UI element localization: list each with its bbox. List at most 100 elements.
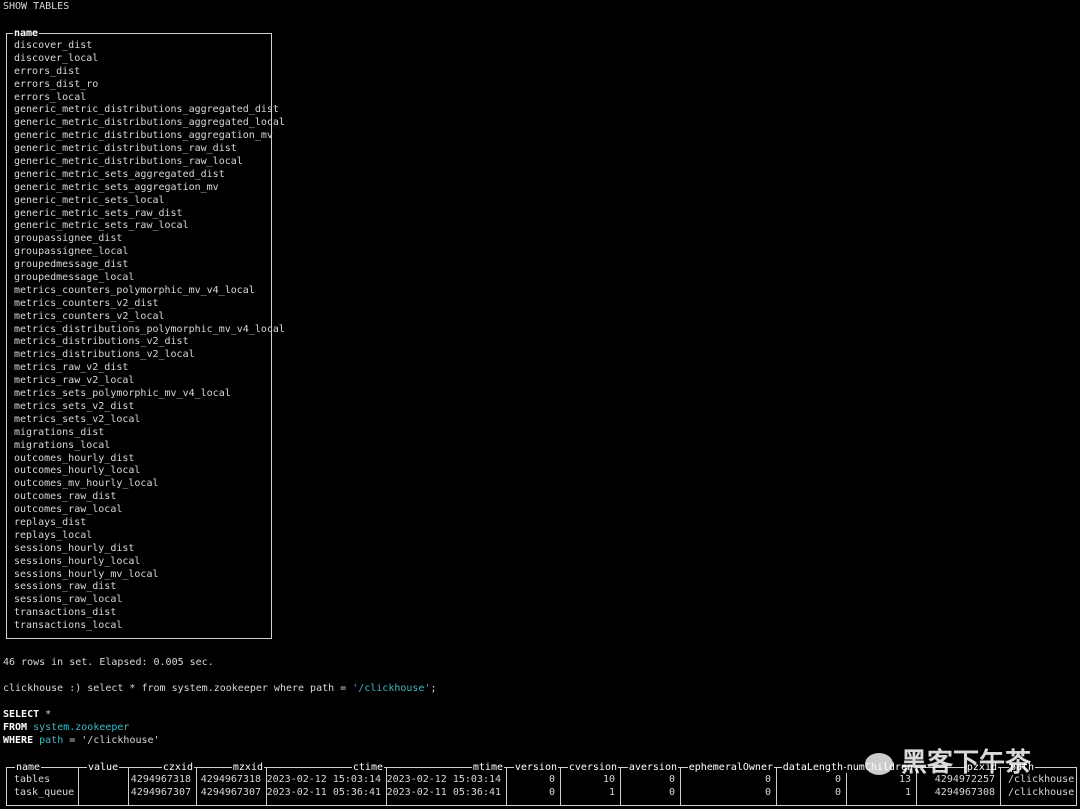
table-list-item: discover_local — [14, 52, 99, 64]
column-mtime: mtime 2023-02-12 15:03:14 2023-02-11 05:36… — [386, 762, 507, 805]
where-value: = '/clickhouse' — [63, 735, 160, 746]
table-cell: 0 — [834, 786, 841, 798]
table-cell: 0 — [668, 786, 675, 798]
formatted-from: FROM system.zookeeper — [3, 722, 129, 733]
table-list-item: metrics_sets_v2_local — [14, 413, 141, 425]
column-header: dataLength — [781, 762, 844, 773]
column-ephemeralOwner: ephemeralOwner 0 0 — [681, 762, 777, 805]
table-list-item: generic_metric_sets_local — [14, 194, 165, 206]
table-cell: 0 — [834, 774, 841, 785]
table-list-item: groupedmessage_dist — [14, 259, 129, 271]
table-list-item: metrics_counters_v2_local — [14, 310, 165, 322]
column-header: czxid — [161, 762, 194, 773]
column-header: version — [513, 762, 558, 773]
table-cell: task_queue — [14, 786, 75, 798]
column-dataLength: dataLength 0 0 — [777, 762, 847, 805]
wechat-icon — [865, 752, 893, 775]
table-cell: 1 — [608, 786, 615, 798]
table-cell: 0 — [668, 774, 675, 785]
table-list-item: metrics_distributions_polymorphic_mv_v4_… — [14, 323, 285, 335]
table-cell: /clickhouse — [1008, 786, 1075, 798]
watermark-text: 黑客下午茶 — [901, 748, 1032, 778]
table-list-item: sessions_raw_dist — [14, 581, 117, 593]
column-czxid: czxid 4294967318 4294967307 — [129, 762, 197, 805]
table-list-item: metrics_counters_polymorphic_mv_v4_local — [14, 284, 255, 296]
formatted-where: WHERE path = '/clickhouse' — [3, 735, 160, 746]
table-list-item: outcomes_raw_local — [14, 504, 123, 516]
table-cell: 4294967307 — [130, 786, 191, 798]
table-list-item: migrations_local — [14, 439, 111, 451]
table-cell: 4294967318 — [130, 774, 191, 785]
table-list-item: generic_metric_distributions_aggregation… — [14, 130, 273, 142]
tables-list-box: name discover_dist discover_local errors_d… — [6, 28, 285, 639]
table-list-item: replays_local — [14, 529, 93, 541]
table-list-item: generic_metric_distributions_aggregated_… — [14, 104, 279, 116]
table-list-item: errors_local — [14, 91, 87, 103]
table-cell: 4294967307 — [200, 786, 261, 798]
table-cell: 0 — [548, 786, 555, 798]
table-cell: 0 — [764, 786, 771, 798]
table-list-item: outcomes_mv_hourly_local — [14, 478, 159, 490]
table-list-item: generic_metric_sets_aggregation_mv — [14, 181, 219, 193]
table-list-item: errors_dist — [14, 65, 81, 77]
table-list-item: generic_metric_sets_raw_dist — [14, 207, 183, 219]
column-header: mzxid — [231, 762, 264, 773]
table-list-item: generic_metric_distributions_raw_local — [14, 156, 243, 168]
watermark: 黑客下午茶 — [865, 742, 1031, 779]
table-list-item: discover_dist — [14, 40, 93, 51]
table-list-item: metrics_raw_v2_dist — [14, 362, 129, 374]
column-header-name: name — [13, 28, 40, 39]
prompt-suffix: ; — [430, 683, 437, 694]
table-list-item: outcomes_raw_dist — [14, 491, 117, 503]
table-cell: tables — [14, 774, 51, 785]
table-list-item: replays_dist — [14, 516, 87, 528]
table-list-item: migrations_dist — [14, 426, 105, 438]
table-list-item: outcomes_hourly_local — [14, 465, 141, 477]
select-args: * — [39, 709, 52, 720]
table-list-item: transactions_local — [14, 620, 123, 632]
column-header: name — [15, 762, 42, 773]
table-list-item: metrics_counters_v2_dist — [14, 297, 159, 309]
column-header: cversion — [567, 762, 618, 773]
column-ctime: ctime 2023-02-12 15:03:14 2023-02-11 05:36… — [266, 762, 387, 805]
column-header: ephemeralOwner — [687, 762, 774, 773]
table-list-item: errors_dist_ro — [14, 78, 99, 90]
table-cell: 0 — [548, 774, 555, 785]
table-list-item: metrics_sets_v2_dist — [14, 400, 135, 412]
table-list-item: metrics_raw_v2_local — [14, 375, 135, 387]
status-line: 46 rows in set. Elapsed: 0.005 sec. — [3, 657, 214, 668]
table-list-item: metrics_distributions_v2_local — [14, 349, 195, 361]
table-cell: 1 — [904, 786, 911, 798]
kw-where: WHERE — [3, 735, 34, 746]
column-version: version 0 0 — [507, 762, 561, 805]
table-cell: 2023-02-12 15:03:14 — [386, 774, 501, 785]
column-mzxid: mzxid 4294967318 4294967307 — [197, 762, 267, 805]
table-list-item: metrics_distributions_v2_dist — [14, 336, 189, 348]
prompt-literal: '/clickhouse' — [352, 683, 431, 694]
column-aversion: aversion 0 0 — [621, 762, 681, 805]
command-line: SHOW TABLES — [3, 1, 70, 12]
column-header: mtime — [471, 762, 504, 773]
table-list-item: outcomes_hourly_dist — [14, 452, 135, 464]
table-list-item: sessions_hourly_local — [14, 555, 141, 567]
table-list-item: generic_metric_sets_aggregated_dist — [14, 168, 225, 180]
table-list-item: groupedmessage_local — [14, 272, 135, 284]
from-table: system.zookeeper — [27, 722, 130, 733]
prompt-line[interactable]: clickhouse :) select * from system.zooke… — [3, 683, 437, 694]
table-cell: 10 — [602, 774, 615, 785]
table-list-item: generic_metric_sets_raw_local — [14, 220, 189, 232]
table-list-item: generic_metric_distributions_raw_dist — [14, 143, 237, 155]
table-cell: 2023-02-12 15:03:14 — [266, 774, 381, 785]
table-list-item: transactions_dist — [14, 607, 117, 619]
column-name: name tables task_queue — [7, 762, 79, 805]
kw-from: FROM — [3, 722, 28, 733]
table-cell: 4294967318 — [200, 774, 261, 785]
table-list-item: generic_metric_distributions_aggregated_… — [14, 117, 285, 129]
kw-select: SELECT — [3, 709, 40, 720]
table-list-item: sessions_raw_local — [14, 594, 123, 606]
column-header: value — [87, 762, 120, 773]
prompt-text: clickhouse :) select * from system.zooke… — [3, 683, 353, 694]
table-list-item: groupassignee_dist — [14, 233, 123, 245]
column-cversion: cversion 10 1 — [561, 762, 621, 805]
table-cell: 0 — [764, 774, 771, 785]
